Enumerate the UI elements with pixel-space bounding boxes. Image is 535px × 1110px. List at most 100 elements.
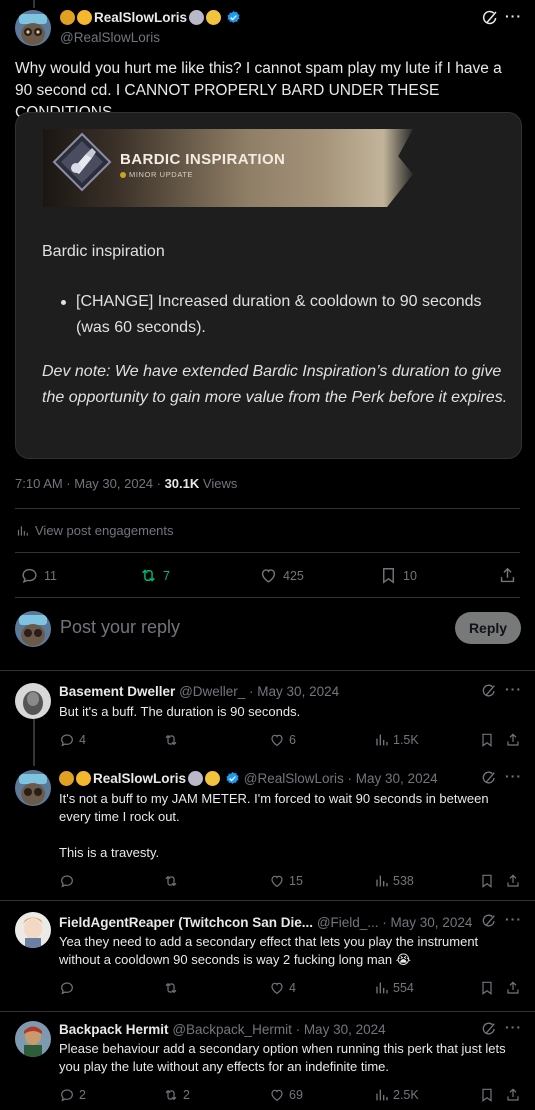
views-button[interactable]: 538 bbox=[373, 873, 414, 889]
like-count: 425 bbox=[283, 568, 304, 583]
reply-author[interactable]: Basement Dweller @Dweller_ · May 30, 202… bbox=[59, 684, 339, 699]
bookmark-button[interactable] bbox=[479, 1087, 499, 1103]
patch-heading: Bardic inspiration bbox=[42, 243, 165, 260]
grok-icon[interactable] bbox=[481, 770, 497, 786]
views-icon bbox=[373, 732, 389, 748]
bookmark-button[interactable] bbox=[479, 732, 499, 748]
views-count: 554 bbox=[393, 981, 414, 995]
more-icon[interactable]: ··· bbox=[505, 768, 522, 784]
reply-button[interactable]: 2 bbox=[59, 1087, 86, 1103]
like-count: 6 bbox=[289, 733, 296, 747]
bookmark-button[interactable]: 10 bbox=[379, 566, 417, 585]
repost-button[interactable] bbox=[163, 873, 183, 889]
bookmark-button[interactable] bbox=[479, 873, 499, 889]
share-button[interactable] bbox=[505, 873, 525, 889]
reply-icon bbox=[20, 566, 39, 585]
reply-text: Please behaviour add a secondary option … bbox=[59, 1041, 506, 1074]
author-name[interactable]: RealSlowLoris bbox=[94, 10, 187, 25]
reply-input[interactable]: Post your reply bbox=[60, 617, 180, 638]
reply-author[interactable]: FieldAgentReaper (Twitchcon San Die... @… bbox=[59, 915, 472, 930]
views-button[interactable]: 2.5K bbox=[373, 1087, 419, 1103]
reply-avatar[interactable] bbox=[15, 1021, 51, 1057]
perk-title: BARDIC INSPIRATION bbox=[120, 151, 286, 168]
reply-item[interactable]: FieldAgentReaper (Twitchcon San Die... @… bbox=[0, 901, 535, 1011]
bookmark-button[interactable] bbox=[479, 980, 499, 996]
reply-avatar[interactable] bbox=[15, 912, 51, 948]
verified-badge-icon bbox=[225, 771, 240, 786]
bookmark-count: 10 bbox=[403, 568, 417, 583]
like-button[interactable]: 4 bbox=[269, 980, 296, 996]
grok-icon[interactable] bbox=[481, 1021, 497, 1037]
reply-button[interactable]: 11 bbox=[20, 566, 57, 585]
reply-author[interactable]: RealSlowLoris @RealSlowLoris · May 30, 2… bbox=[59, 771, 438, 786]
like-button[interactable]: 69 bbox=[269, 1087, 303, 1103]
reply-name: Backpack Hermit bbox=[59, 1022, 169, 1037]
like-button[interactable]: 15 bbox=[269, 873, 303, 889]
repost-button[interactable] bbox=[163, 732, 183, 748]
bookmark-icon bbox=[479, 732, 495, 748]
coin-emoji-icon bbox=[77, 10, 92, 25]
reply-item[interactable]: Backpack Hermit @Backpack_Hermit · May 3… bbox=[0, 1012, 535, 1110]
like-count: 4 bbox=[289, 981, 296, 995]
reply-item[interactable]: RealSlowLoris @RealSlowLoris · May 30, 2… bbox=[0, 760, 535, 900]
grok-icon[interactable] bbox=[481, 683, 497, 699]
share-button[interactable] bbox=[498, 566, 522, 585]
perk-subtitle: MINOR UPDATE bbox=[120, 170, 193, 179]
grok-icon[interactable] bbox=[481, 9, 499, 27]
like-icon bbox=[269, 1087, 285, 1103]
like-icon bbox=[269, 980, 285, 996]
reply-avatar[interactable] bbox=[15, 683, 51, 719]
post-time[interactable]: 7:10 AM · May 30, 2024 · bbox=[15, 476, 165, 491]
loris-avatar-image bbox=[15, 770, 51, 806]
views-button[interactable]: 1.5K bbox=[373, 732, 419, 748]
reply-handle: @Backpack_Hermit · May 30, 2024 bbox=[172, 1022, 386, 1037]
views-button[interactable]: 554 bbox=[373, 980, 414, 996]
more-icon[interactable]: ··· bbox=[505, 1019, 522, 1035]
reply-button[interactable] bbox=[59, 873, 79, 889]
author-avatar[interactable] bbox=[15, 10, 51, 46]
author-name-row[interactable]: RealSlowLoris bbox=[60, 10, 241, 25]
nerd-emoji-icon bbox=[206, 10, 222, 25]
like-button[interactable]: 425 bbox=[259, 566, 304, 585]
patch-bullet: [CHANGE] Increased duration & cooldown t… bbox=[76, 293, 482, 336]
reply-item[interactable]: Basement Dweller @Dweller_ · May 30, 202… bbox=[0, 671, 535, 760]
share-button[interactable] bbox=[505, 732, 525, 748]
thread-line bbox=[33, 0, 35, 8]
reply-count: 4 bbox=[79, 733, 86, 747]
verified-badge-icon bbox=[226, 10, 241, 25]
post-media[interactable]: BARDIC INSPIRATION MINOR UPDATE Bardic i… bbox=[15, 112, 522, 459]
repost-button[interactable] bbox=[163, 980, 183, 996]
reply-submit-button[interactable]: Reply bbox=[455, 612, 521, 644]
like-button[interactable]: 6 bbox=[269, 732, 296, 748]
more-icon[interactable]: ··· bbox=[505, 8, 522, 24]
divider bbox=[15, 552, 520, 553]
reply-text: Yea they need to add a secondary effect … bbox=[59, 934, 479, 967]
share-icon bbox=[505, 1087, 521, 1103]
reply-text: But it's a buff. The duration is 90 seco… bbox=[59, 704, 301, 719]
thread-line bbox=[33, 760, 35, 766]
reply-handle: @RealSlowLoris · May 30, 2024 bbox=[243, 771, 438, 786]
repost-button[interactable]: 2 bbox=[163, 1087, 190, 1103]
grok-icon[interactable] bbox=[481, 913, 497, 929]
reply-name: RealSlowLoris bbox=[93, 771, 187, 786]
post-engagements-link[interactable]: View post engagements bbox=[15, 523, 174, 538]
share-icon bbox=[505, 732, 521, 748]
reply-avatar[interactable] bbox=[15, 770, 51, 806]
reply-button[interactable]: 4 bbox=[59, 732, 86, 748]
reply-count: 2 bbox=[79, 1088, 86, 1102]
author-handle[interactable]: @RealSlowLoris bbox=[60, 30, 160, 45]
loris-avatar-image bbox=[15, 10, 51, 46]
like-count: 69 bbox=[289, 1088, 303, 1102]
reply-icon bbox=[59, 1087, 75, 1103]
share-button[interactable] bbox=[505, 980, 525, 996]
reply-text: This is a travesty. bbox=[59, 845, 160, 860]
more-icon[interactable]: ··· bbox=[505, 911, 522, 927]
more-icon[interactable]: ··· bbox=[505, 681, 522, 697]
reply-author[interactable]: Backpack Hermit @Backpack_Hermit · May 3… bbox=[59, 1022, 386, 1037]
reply-button[interactable] bbox=[59, 980, 79, 996]
views-count: 1.5K bbox=[393, 733, 419, 747]
repost-button[interactable]: 7 bbox=[139, 566, 170, 585]
reply-icon bbox=[59, 873, 75, 889]
lion-emoji-icon bbox=[59, 771, 74, 786]
share-button[interactable] bbox=[505, 1087, 525, 1103]
